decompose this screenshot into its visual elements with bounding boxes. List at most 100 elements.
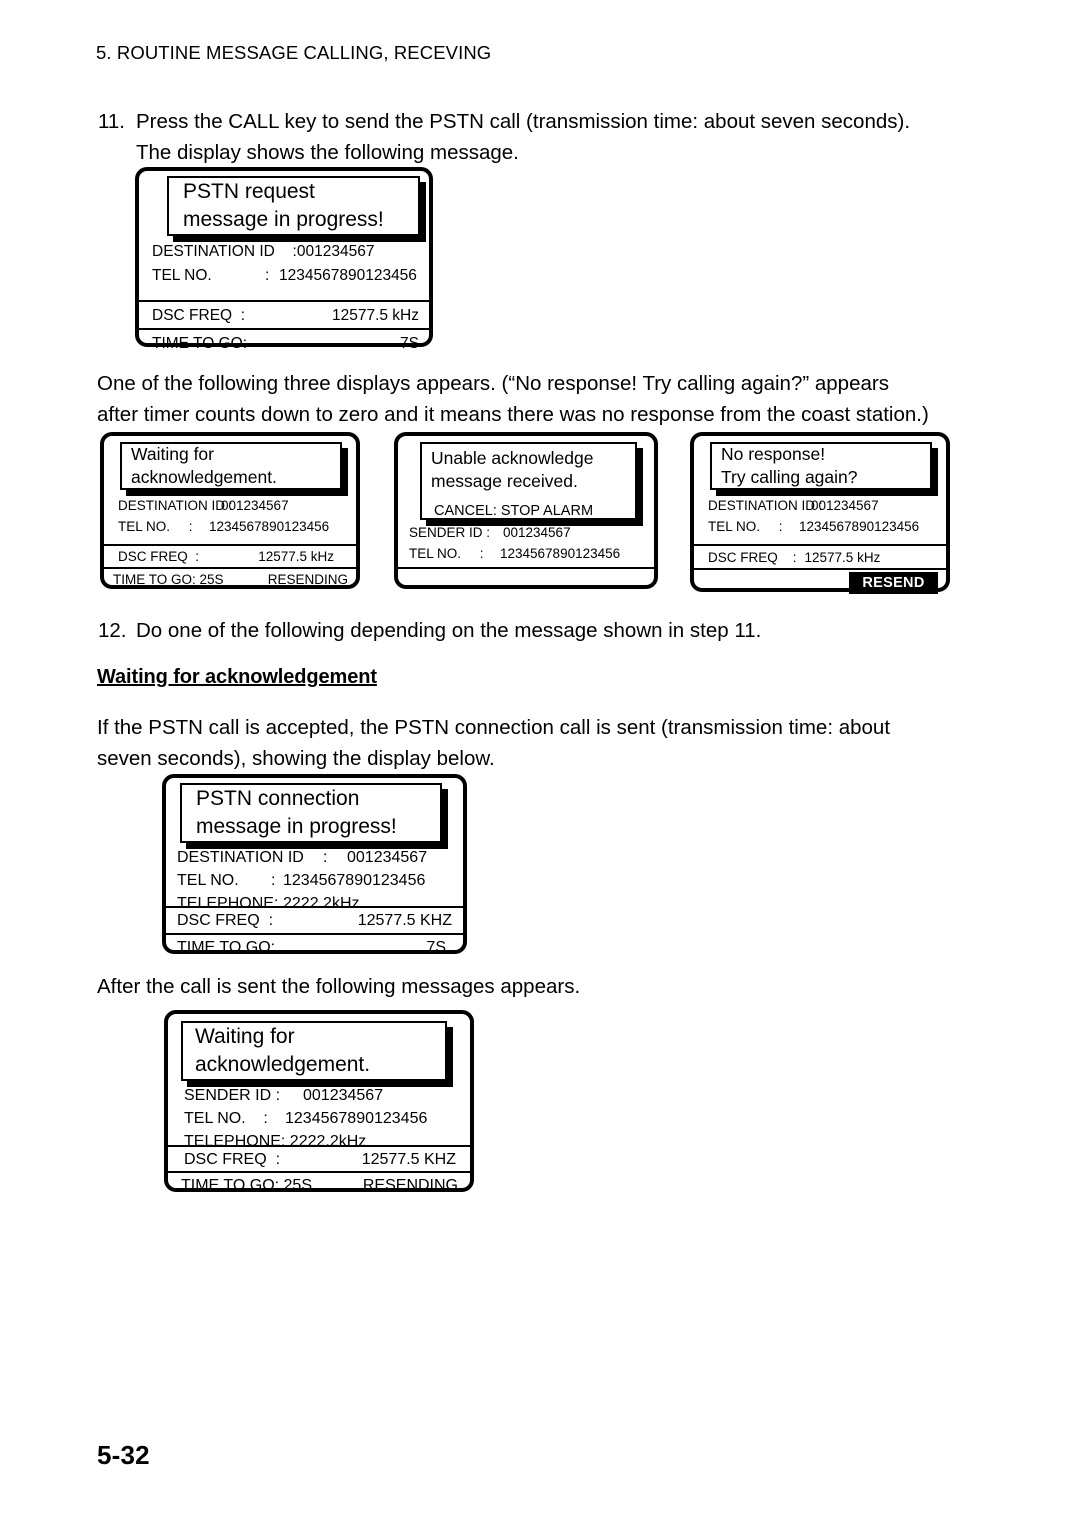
divider-upper — [168, 1145, 470, 1147]
fields-waiting-ack-2: SENDER ID : 001234567 TEL NO. : 12345678… — [168, 1084, 470, 1153]
page-header: 5. ROUTINE MESSAGE CALLING, RECEVING — [96, 42, 492, 63]
field-tel-no: TEL NO. : 1234567890123456 — [184, 1107, 470, 1130]
dsc-freq-value: 12577.5 kHz — [331, 307, 419, 324]
field-value: 001234567 — [811, 498, 879, 513]
fields-unable-ack: SENDER ID : 001234567 TEL NO. : 12345678… — [398, 522, 654, 564]
popup-no-response: No response! Try calling again? — [710, 442, 932, 490]
field-value: 1234567890123456 — [500, 546, 621, 561]
field-label: TEL NO. : — [409, 546, 484, 561]
popup-unable-ack: Unable acknowledge message received. CAN… — [420, 442, 637, 520]
divider-upper — [694, 544, 946, 546]
divider-lower — [104, 567, 356, 569]
popup-line-1: No response! — [721, 444, 826, 464]
popup-line-1: PSTN connection — [196, 787, 360, 810]
field-separator: : — [271, 872, 276, 889]
popup-line-2: message in progress! — [183, 208, 384, 231]
time-to-go-label: TIME TO GO: — [177, 939, 276, 956]
field-value: 1234567890123456 — [279, 267, 417, 284]
divider-upper — [166, 906, 463, 908]
field-label: DESTINATION ID — [177, 849, 304, 866]
field-label: TEL NO. — [177, 872, 239, 889]
field-tel-no: TEL NO. : 1234567890123456 — [708, 516, 946, 537]
row-dsc-freq: DSC FREQ : 12577.5 KHZ — [168, 1148, 470, 1171]
divider-lower — [168, 1171, 470, 1173]
popup-cancel-hint: CANCEL: STOP ALARM — [434, 503, 594, 519]
popup-line-2: Try calling again? — [721, 467, 858, 487]
field-value: 1234567890123456 — [209, 519, 330, 534]
dsc-freq-value: 12577.5 kHz — [804, 550, 881, 565]
dsc-freq-value: 12577.5 kHz — [258, 549, 334, 564]
field-value: 1234567890123456 — [283, 872, 426, 889]
field-destination-id: DESTINATION ID : 001234567 — [177, 846, 463, 869]
paragraph-if-accepted: If the PSTN call is accepted, the PSTN c… — [97, 716, 891, 770]
field-label: DESTINATION ID : — [708, 498, 823, 513]
field-separator: : — [292, 243, 297, 260]
field-destination-id: DESTINATION ID : 001234567 — [118, 495, 356, 516]
row-dsc-freq: DSC FREQ : 12577.5 kHz — [694, 548, 946, 568]
display-unable-ack: Unable acknowledge message received. CAN… — [394, 432, 658, 589]
step-12-text: Do one of the following depending on the… — [136, 619, 762, 642]
popup-waiting-ack-1: Waiting for acknowledgement. — [120, 442, 342, 490]
row-dsc-freq: DSC FREQ : 12577.5 kHz — [139, 304, 429, 327]
field-label: TEL NO. : — [184, 1110, 268, 1127]
divider-lower — [166, 933, 463, 935]
time-to-go-value: 7S — [400, 335, 419, 352]
display-waiting-ack-1: Waiting for acknowledgement. DESTINATION… — [100, 432, 360, 589]
display-no-response: No response! Try calling again? DESTINAT… — [690, 432, 950, 594]
row-time-to-go: TIME TO GO: 7S — [166, 936, 463, 959]
page-number: 5-32 — [97, 1440, 150, 1470]
row-time-to-go: TIME TO GO: 25S RESENDING — [104, 570, 356, 590]
resend-button[interactable]: RESEND — [849, 572, 938, 594]
display-pstn-request: PSTN request message in progress! DESTIN… — [135, 167, 433, 352]
divider-lower — [398, 567, 654, 569]
fields-waiting-ack-1: DESTINATION ID : 001234567 TEL NO. : 123… — [104, 495, 356, 537]
time-to-go-label: TIME TO GO: 25S — [113, 572, 224, 587]
row-dsc-freq: DSC FREQ : 12577.5 kHz — [104, 547, 356, 567]
paragraph-three-displays: One of the following three displays appe… — [97, 372, 929, 426]
time-to-go-value: RESENDING — [362, 1177, 458, 1194]
popup-pstn-connection: PSTN connection message in progress! — [180, 783, 442, 843]
field-label: DESTINATION ID : — [118, 498, 233, 513]
row-time-to-go: TIME TO GO: 25S RESENDING — [168, 1174, 470, 1197]
field-label: TEL NO. — [152, 267, 212, 284]
time-to-go-label: TIME TO GO: 25S — [181, 1177, 312, 1194]
step-12-number: 12. — [98, 619, 127, 642]
step-11: 11. Press the CALL key to send the PSTN … — [98, 106, 978, 168]
field-value: 001234567 — [296, 243, 375, 260]
field-value: 001234567 — [347, 849, 428, 866]
field-tel-no: TEL NO. : 1234567890123456 — [177, 869, 463, 892]
time-to-go-value: RESENDING — [267, 572, 348, 587]
popup-line-1: Waiting for — [131, 444, 214, 464]
row-dsc-freq: DSC FREQ : 12577.5 KHZ — [166, 909, 463, 932]
divider-upper — [139, 300, 429, 302]
field-value: 001234567 — [303, 1087, 384, 1104]
dsc-freq-value: 12577.5 KHZ — [357, 912, 452, 929]
dsc-freq-label: DSC FREQ : — [184, 1151, 281, 1168]
display-waiting-ack-2: Waiting for acknowledgement. SENDER ID :… — [164, 1010, 474, 1194]
field-destination-id: DESTINATION ID : 001234567 — [152, 240, 429, 264]
display-pstn-connection: PSTN connection message in progress! DES… — [162, 774, 467, 956]
field-label: SENDER ID : — [184, 1087, 281, 1104]
dsc-freq-label: DSC FREQ : — [177, 912, 274, 929]
popup-line-1: PSTN request — [183, 180, 315, 203]
field-label: TEL NO. : — [708, 519, 783, 534]
field-separator: : — [323, 849, 328, 866]
field-destination-id: DESTINATION ID : 001234567 — [708, 495, 946, 516]
field-label: SENDER ID : — [409, 525, 491, 540]
dsc-freq-label: DSC FREQ : — [118, 549, 200, 564]
popup-line-1: Waiting for — [195, 1025, 295, 1048]
popup-pstn-request: PSTN request message in progress! — [167, 176, 420, 236]
popup-line-2: message received. — [431, 471, 578, 491]
field-label: DESTINATION ID — [152, 243, 275, 260]
divider-lower — [694, 568, 946, 570]
popup-line-2: acknowledgement. — [131, 467, 277, 487]
step-11-number: 11. — [98, 110, 125, 133]
dsc-freq-value: 12577.5 KHZ — [361, 1151, 456, 1168]
time-to-go-label: TIME TO GO: — [152, 335, 248, 352]
row-time-to-go: TIME TO GO: 7S — [139, 332, 429, 355]
divider-lower — [139, 328, 429, 330]
field-separator: : — [265, 267, 270, 284]
field-tel-no: TEL NO. : 1234567890123456 — [152, 264, 429, 288]
popup-line-2: acknowledgement. — [195, 1053, 371, 1076]
field-label: TEL NO. : — [118, 519, 193, 534]
